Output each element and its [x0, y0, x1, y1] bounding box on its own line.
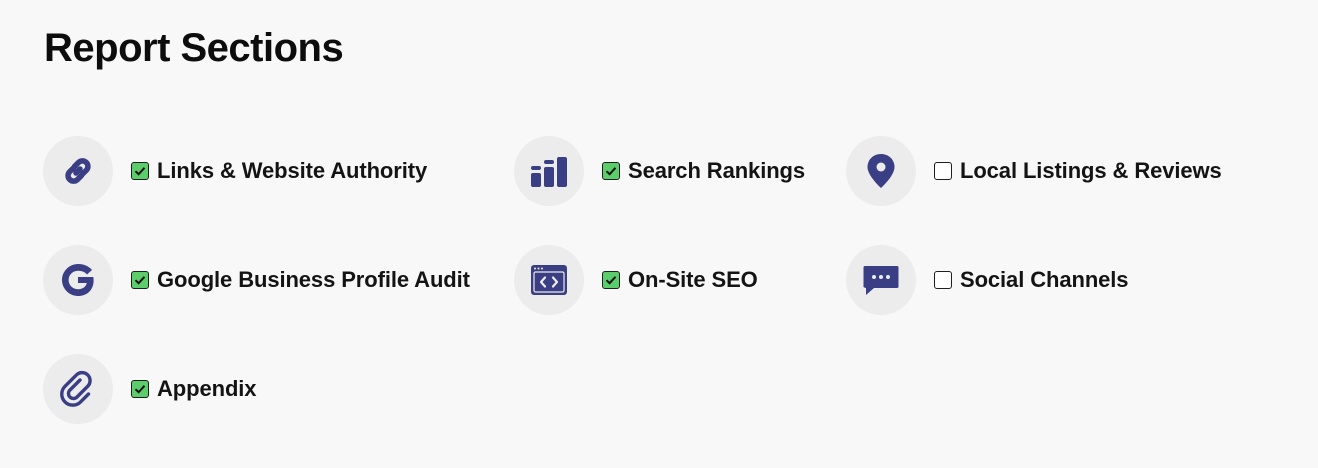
- checkmark-icon: [134, 276, 146, 285]
- section-label: Appendix: [157, 376, 257, 401]
- checkmark-icon: [134, 167, 146, 176]
- checkbox-local-listings-reviews[interactable]: [934, 162, 952, 180]
- checkbox-google-business-profile-audit[interactable]: [131, 271, 149, 289]
- bar-chart-icon: [514, 136, 584, 206]
- section-label: Local Listings & Reviews: [960, 158, 1222, 183]
- checkbox-links-website-authority[interactable]: [131, 162, 149, 180]
- chat-bubble-icon: [846, 245, 916, 315]
- section-on-site-seo[interactable]: On-Site SEO: [514, 244, 758, 316]
- checkmark-icon: [605, 167, 617, 176]
- section-label: On-Site SEO: [628, 267, 758, 292]
- checkbox-appendix[interactable]: [131, 380, 149, 398]
- report-sections-list: Links & Website Authority Search Ranking…: [0, 0, 1318, 468]
- google-icon: [43, 245, 113, 315]
- checkbox-on-site-seo[interactable]: [602, 271, 620, 289]
- checkbox-social-channels[interactable]: [934, 271, 952, 289]
- checkbox-search-rankings[interactable]: [602, 162, 620, 180]
- section-label: Search Rankings: [628, 158, 806, 183]
- paperclip-icon: [43, 354, 113, 424]
- link-icon: [43, 136, 113, 206]
- section-social-channels[interactable]: Social Channels: [846, 244, 1129, 316]
- section-search-rankings[interactable]: Search Rankings: [514, 135, 805, 207]
- section-google-business-profile-audit[interactable]: Google Business Profile Audit: [43, 244, 470, 316]
- section-appendix[interactable]: Appendix: [43, 353, 257, 425]
- section-label: Google Business Profile Audit: [157, 267, 470, 292]
- section-links-website-authority[interactable]: Links & Website Authority: [43, 135, 427, 207]
- code-window-icon: [514, 245, 584, 315]
- section-label: Social Channels: [960, 267, 1129, 292]
- checkmark-icon: [605, 276, 617, 285]
- section-local-listings-reviews[interactable]: Local Listings & Reviews: [846, 135, 1222, 207]
- section-label: Links & Website Authority: [157, 158, 428, 183]
- map-pin-icon: [846, 136, 916, 206]
- checkmark-icon: [134, 385, 146, 394]
